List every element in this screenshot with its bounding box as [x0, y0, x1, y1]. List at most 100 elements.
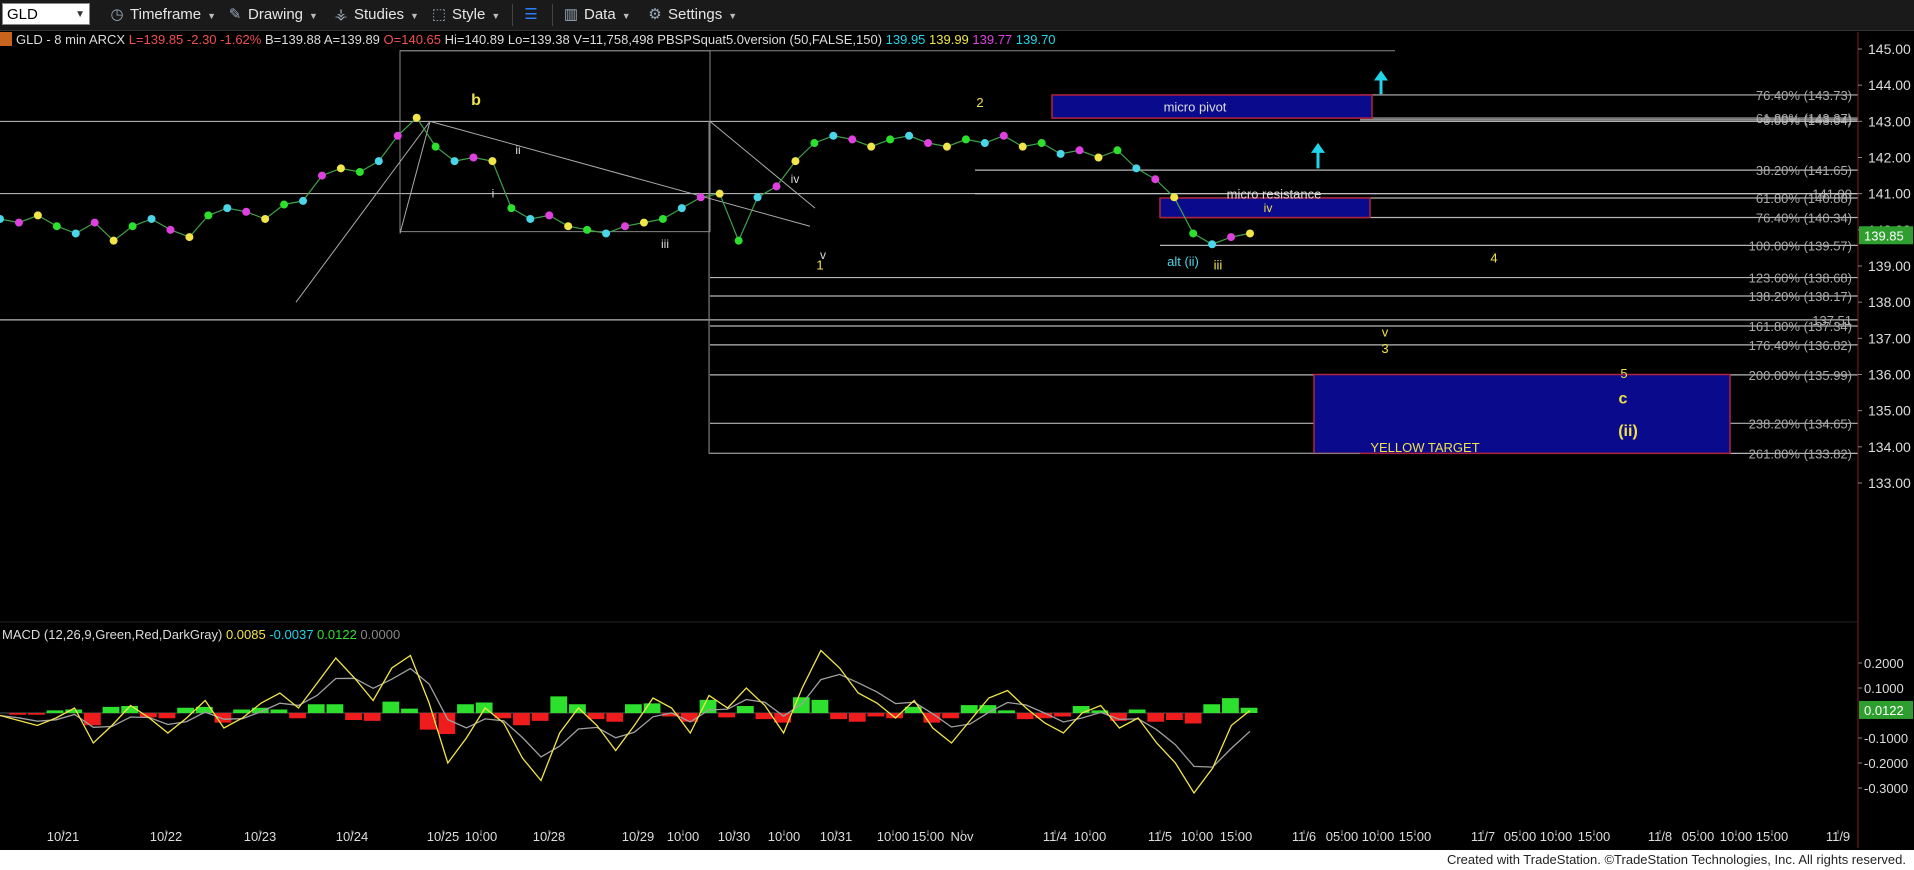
price-point [185, 233, 194, 242]
macd-histogram-bar [587, 713, 605, 720]
price-point [867, 142, 876, 151]
micro-pivot-label: micro pivot [1164, 100, 1227, 115]
macd-histogram-bar [1016, 713, 1034, 720]
macd-histogram-bar [625, 704, 642, 713]
price-point [299, 196, 308, 205]
macd-histogram-bar [848, 713, 866, 722]
style-menu[interactable]: ⬚ Style ▼ [430, 4, 500, 26]
gear-icon: ⚙ [648, 6, 662, 23]
macd-histogram-bar [1128, 709, 1146, 713]
price-point [355, 167, 364, 176]
fib-label: 76.40% (143.73) [1756, 88, 1852, 103]
chart-header-text: GLD - 8 min ARCX L=139.85 -2.30 -1.62% B… [16, 32, 1056, 47]
price-point [1113, 146, 1122, 155]
wave-label: iv [791, 172, 800, 186]
y-tick-label: 142.00 [1868, 150, 1911, 166]
price-point [412, 113, 421, 122]
price-point [0, 214, 4, 223]
micro-resistance-label: micro resistance [1227, 187, 1322, 202]
x-tick-label: Nov [950, 829, 974, 844]
wave-label: ii [515, 143, 520, 157]
wave-label: 4 [1490, 250, 1497, 265]
price-point [715, 189, 724, 198]
price-point [602, 229, 611, 238]
y-tick-label: 141.00 [1868, 186, 1911, 202]
price-point [204, 211, 213, 220]
x-tick-label: 05:00 [1326, 829, 1359, 844]
target-boxes: micro pivot micro resistance YELLOW TARGET [1051, 94, 1731, 455]
wave-label: 3 [1381, 341, 1388, 356]
symbol-select[interactable]: GLD ▼ [2, 3, 90, 25]
price-point [147, 214, 156, 223]
price-point [1094, 153, 1103, 162]
price-point [583, 225, 592, 234]
toolbar-separator [552, 4, 553, 26]
wave-label: 5 [1620, 366, 1627, 381]
macd-histogram-bar [177, 707, 195, 713]
macd-histogram-bar [1240, 707, 1258, 713]
chevron-down-icon: ▼ [491, 11, 501, 21]
price-point [1170, 193, 1179, 202]
x-tick-label: 11/8 [1648, 829, 1672, 844]
fib-label: 123.60% (138.68) [1749, 271, 1852, 286]
timeframe-menu[interactable]: ◷ Timeframe ▼ [108, 4, 216, 26]
macd-histogram-bar [27, 713, 45, 715]
macd-histogram-bar [1147, 713, 1165, 722]
footer: Created with TradeStation. ©TradeStation… [0, 850, 1914, 870]
wave-label: iii [661, 237, 669, 251]
macd-histogram-bar [680, 713, 698, 722]
studies-label: Studies [354, 6, 405, 23]
price-point [772, 182, 781, 191]
wave-label: iv [1264, 201, 1273, 215]
price-point [1056, 149, 1065, 158]
data-menu[interactable]: ▥ Data ▼ [562, 4, 631, 26]
fib-label: 0.00% (143.04) [1763, 113, 1852, 128]
x-tick-label: 10/24 [336, 829, 369, 844]
x-tick-label: 11/4 [1043, 829, 1067, 844]
price-point [33, 211, 42, 220]
macd-histogram-bar [1054, 713, 1071, 717]
chart-bars-icon: ▥ [563, 6, 579, 23]
macd-histogram-bar [550, 696, 568, 713]
settings-menu[interactable]: ⚙ Settings ▼ [646, 4, 737, 26]
last-price-label: 139.85 [1864, 228, 1904, 243]
price-point [336, 164, 345, 173]
fib-label: 238.20% (134.65) [1749, 416, 1852, 431]
macd-histogram-bar [942, 713, 959, 719]
up-arrow-icon [1374, 70, 1388, 81]
projection-box [399, 50, 711, 233]
yellow-target-label: YELLOW TARGET [1370, 440, 1479, 455]
x-tick-label: 05:00 [1504, 829, 1537, 844]
price-point [1037, 139, 1046, 148]
price-point [242, 207, 251, 216]
pencil-icon: ✎ [228, 6, 242, 23]
macd-panel: 0.2000 0.1000 -0.1000 -0.2000 -0.3000 0.0122 M… [0, 627, 1913, 796]
data-label: Data [584, 6, 616, 23]
price-point [999, 131, 1008, 140]
macd-histogram-bar [158, 713, 176, 719]
macd-histogram-bar [102, 706, 120, 713]
price-point [924, 139, 933, 148]
price-point [753, 193, 762, 202]
price-point [961, 135, 970, 144]
layout-button[interactable]: ☰ [522, 4, 544, 26]
macd-histogram-bar [1203, 704, 1221, 713]
macd-histogram-bar [457, 704, 474, 713]
price-point [507, 204, 516, 213]
fib-label: 76.40% (140.34) [1756, 211, 1852, 226]
price-chart[interactable]: 76.40% (143.73)61.80% (143.37)0.00% (143… [0, 30, 1914, 850]
macd-histogram-bar [513, 713, 530, 726]
x-tick-label: 10:00 [465, 829, 498, 844]
studies-menu[interactable]: ⚶ Studies ▼ [332, 4, 419, 26]
macd-histogram-bar [1222, 698, 1239, 713]
price-point [128, 222, 137, 231]
chart-header: GLD - 8 min ARCX L=139.85 -2.30 -1.62% B… [0, 32, 1056, 47]
price-point [1227, 233, 1236, 242]
macd-histogram-bar [270, 709, 288, 713]
studies-icon: ⚶ [334, 6, 348, 23]
symbol-value: GLD [7, 6, 38, 23]
price-point [848, 135, 857, 144]
price-point [109, 236, 118, 245]
wave-label: c [1619, 390, 1628, 407]
drawing-menu[interactable]: ✎ Drawing ▼ [226, 4, 318, 26]
